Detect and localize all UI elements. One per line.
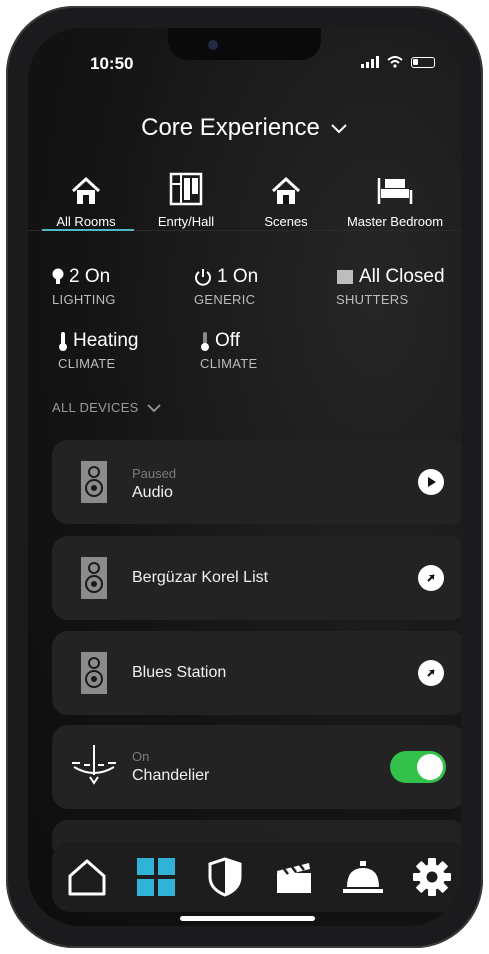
chevron-down-icon xyxy=(147,403,161,412)
stat-lighting[interactable]: 2 On LIGHTING xyxy=(52,266,116,307)
play-icon xyxy=(428,477,436,487)
stat-label: SHUTTERS xyxy=(336,292,409,307)
open-button[interactable] xyxy=(418,565,444,591)
status-icons xyxy=(361,56,435,68)
stat-climate-heating[interactable]: Heating CLIMATE xyxy=(58,330,139,371)
nav-security[interactable] xyxy=(201,853,249,901)
app-screen: 10:50 Core Experience All Rooms Enrty/Ha… xyxy=(28,28,461,926)
wifi-icon xyxy=(387,56,403,68)
all-devices-label: ALL DEVICES xyxy=(52,400,139,415)
all-devices-filter[interactable]: ALL DEVICES xyxy=(52,400,161,415)
chevron-down-icon xyxy=(331,124,347,134)
page-title: Core Experience xyxy=(141,114,320,141)
nav-scenes[interactable] xyxy=(270,853,318,901)
nav-rooms[interactable] xyxy=(132,853,180,901)
clapperboard-icon xyxy=(276,863,311,893)
nav-services[interactable] xyxy=(339,853,387,901)
stat-label: LIGHTING xyxy=(52,292,116,307)
active-tab-indicator xyxy=(42,229,134,231)
thermometer-icon xyxy=(201,332,209,351)
notch xyxy=(168,28,321,60)
camera xyxy=(208,40,218,50)
device-card-berguzar[interactable]: Bergüzar Korel List xyxy=(52,536,461,620)
shutter-icon xyxy=(337,270,353,284)
signal-icon xyxy=(361,56,379,68)
nav-home[interactable] xyxy=(63,853,111,901)
stat-shutters[interactable]: All Closed SHUTTERS xyxy=(336,266,445,307)
device-card-blues-station[interactable]: Blues Station xyxy=(52,631,461,715)
speaker-icon xyxy=(81,461,107,503)
tab-scenes[interactable]: Scenes xyxy=(240,170,332,229)
home-selector[interactable]: Core Experience xyxy=(28,114,461,142)
tab-label: Enrty/Hall xyxy=(157,214,215,229)
power-icon xyxy=(195,269,211,286)
speaker-icon xyxy=(81,557,107,599)
tab-label: All Rooms xyxy=(56,214,116,229)
nav-settings[interactable] xyxy=(408,853,456,901)
battery-icon xyxy=(411,56,435,68)
stat-label: CLIMATE xyxy=(200,356,258,371)
stat-label: CLIMATE xyxy=(58,356,116,371)
device-name: Audio xyxy=(132,484,173,501)
play-button[interactable] xyxy=(418,469,444,495)
bulb-icon xyxy=(52,268,64,284)
service-bell-icon xyxy=(342,861,383,893)
stat-generic[interactable]: 1 On GENERIC xyxy=(194,266,258,307)
tab-label: Scenes xyxy=(264,214,308,229)
device-card-chandelier[interactable]: On Chandelier xyxy=(52,725,461,809)
device-name: Chandelier xyxy=(132,767,210,784)
grid-icon xyxy=(136,858,175,896)
tab-all-rooms[interactable]: All Rooms xyxy=(40,170,132,229)
home-icon xyxy=(271,176,301,204)
bed-icon xyxy=(377,178,413,204)
device-name: Bergüzar Korel List xyxy=(132,569,269,586)
device-card-audio[interactable]: Paused Audio xyxy=(52,440,461,524)
status-time: 10:50 xyxy=(90,54,134,73)
speaker-icon xyxy=(81,652,107,694)
shield-icon xyxy=(208,857,241,897)
thermometer-icon xyxy=(59,332,67,351)
bottom-nav xyxy=(52,842,461,912)
device-name: Blues Station xyxy=(132,664,227,681)
home-icon xyxy=(68,859,105,896)
device-status: On xyxy=(132,749,150,764)
tab-master-bedroom[interactable]: Master Bedroom xyxy=(340,170,450,229)
stat-value: Heating xyxy=(73,330,139,351)
home-icon xyxy=(71,176,101,204)
phone-frame: 10:50 Core Experience All Rooms Enrty/Ha… xyxy=(6,6,483,948)
chandelier-toggle[interactable] xyxy=(390,751,446,783)
stat-value: Off xyxy=(215,330,240,351)
open-button[interactable] xyxy=(418,660,444,686)
open-arrow-icon xyxy=(427,669,435,677)
tab-label: Master Bedroom xyxy=(346,214,444,229)
gear-icon xyxy=(412,858,451,896)
stat-value: All Closed xyxy=(359,266,445,287)
device-status: Paused xyxy=(132,466,177,481)
stat-value: 2 On xyxy=(69,266,111,287)
wardrobe-icon xyxy=(169,172,203,206)
home-indicator[interactable] xyxy=(180,916,315,921)
chandelier-icon xyxy=(72,745,116,785)
tab-entry-hall[interactable]: Enrty/Hall xyxy=(140,170,232,229)
open-arrow-icon xyxy=(427,574,435,582)
stat-value: 1 On xyxy=(217,266,259,287)
room-tabs: All Rooms Enrty/Hall Scenes Master Bedro… xyxy=(40,170,450,229)
stat-climate-off[interactable]: Off CLIMATE xyxy=(200,330,257,371)
stat-label: GENERIC xyxy=(194,292,256,307)
